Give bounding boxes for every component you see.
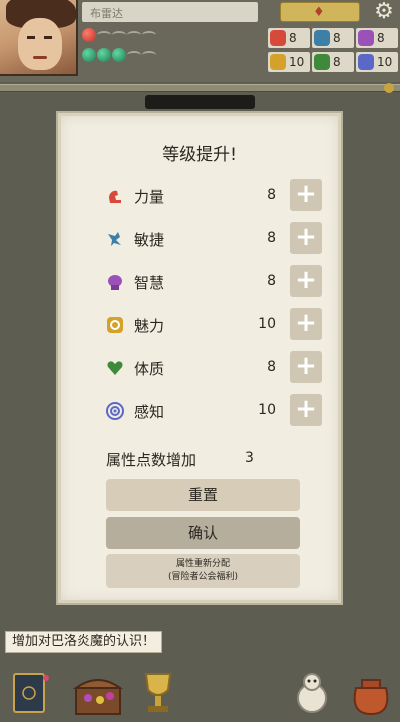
strength-icon	[109, 190, 121, 203]
settings-gear-icon[interactable]: ⚙	[372, 0, 396, 24]
resource-orbs	[82, 28, 156, 68]
spellbook-icon[interactable]	[10, 668, 54, 718]
attribute-value: 10	[258, 402, 276, 418]
hud-stat-charisma: 10	[268, 52, 310, 72]
charisma-icon	[107, 317, 123, 333]
attribute-label: 力量	[134, 188, 165, 206]
increase-constitution-button[interactable]: +	[290, 351, 322, 383]
character-portrait[interactable]	[0, 0, 78, 76]
attribute-label: 敏捷	[134, 231, 165, 249]
attribute-label: 魅力	[134, 317, 165, 335]
stamina-orb-icon	[112, 48, 126, 62]
empty-slot	[142, 51, 156, 59]
character-name-field[interactable]: 布雷达	[82, 2, 258, 22]
charisma-icon	[270, 54, 286, 70]
level-up-panel: 等级提升! 力量 8 + 敏捷 8 + 智慧 8 + 魅力 10 + 体质 8 …	[58, 113, 341, 603]
increase-charisma-button[interactable]: +	[290, 308, 322, 340]
increase-agility-button[interactable]: +	[290, 222, 322, 254]
redistribute-label: 属性重新分配	[175, 559, 230, 569]
redistribute-button[interactable]: 属性重新分配 (冒险者公会福利)	[106, 554, 300, 588]
increase-intelligence-button[interactable]: +	[290, 265, 322, 297]
intelligence-icon	[108, 275, 122, 290]
attribute-row-intelligence: 智慧 8 +	[106, 265, 326, 299]
stamina-orb-icon	[97, 48, 111, 62]
portrait-mouth	[33, 56, 47, 59]
top-hud: 布雷达 ♦ ⚙ 8 8 8 10 8 10	[0, 0, 400, 82]
hud-stat-value: 8	[333, 31, 341, 45]
treasure-chest-icon[interactable]	[70, 668, 126, 718]
agility-icon	[314, 30, 330, 46]
portrait-eye	[44, 36, 52, 39]
reset-button[interactable]: 重置	[106, 479, 300, 511]
stamina-orb-icon	[82, 48, 96, 62]
rail-gem-icon	[384, 83, 394, 93]
hud-stat-constitution: 8	[312, 52, 354, 72]
attribute-row-agility: 敏捷 8 +	[106, 222, 326, 256]
attribute-value: 8	[267, 273, 276, 289]
top-banner	[145, 95, 255, 109]
constitution-icon	[314, 54, 330, 70]
panel-title: 等级提升!	[162, 145, 237, 165]
hud-stat-value: 8	[333, 55, 341, 69]
hud-stat-value: 8	[377, 31, 385, 45]
empty-slot	[127, 31, 141, 39]
attribute-value: 8	[267, 230, 276, 246]
intelligence-icon	[358, 30, 374, 46]
attribute-value: 8	[267, 359, 276, 375]
hud-stat-intelligence: 8	[356, 28, 398, 48]
attribute-label: 感知	[134, 403, 165, 421]
attribute-row-perception: 感知 10 +	[106, 394, 326, 428]
bag-icon[interactable]	[346, 668, 396, 718]
redistribute-sublabel: (冒险者公会福利)	[167, 572, 239, 582]
confirm-button[interactable]: 确认	[106, 517, 300, 549]
attribute-row-strength: 力量 8 +	[106, 179, 326, 213]
empty-slot	[127, 51, 141, 59]
empty-slot	[142, 31, 156, 39]
portrait-face	[18, 18, 62, 70]
attribute-label: 智慧	[134, 274, 165, 292]
attribute-row-charisma: 魅力 10 +	[106, 308, 326, 342]
constitution-icon	[107, 361, 123, 375]
strength-icon	[270, 30, 286, 46]
status-icon: ♦	[313, 5, 325, 20]
companion-icon[interactable]	[290, 668, 334, 718]
attribute-points-value: 3	[245, 450, 254, 466]
hud-stat-perception: 10	[356, 52, 398, 72]
perception-icon	[106, 402, 124, 420]
trophy-icon[interactable]	[136, 668, 180, 718]
event-notice: 增加对巴洛炎魔的认识！	[5, 631, 163, 653]
hud-stat-value: 10	[289, 55, 305, 69]
hud-stat-agility: 8	[312, 28, 354, 48]
health-orb-icon	[82, 28, 96, 42]
perception-icon	[358, 54, 374, 70]
increase-strength-button[interactable]: +	[290, 179, 322, 211]
agility-icon	[108, 232, 121, 246]
increase-perception-button[interactable]: +	[290, 394, 322, 426]
hud-stat-strength: 8	[268, 28, 310, 48]
attribute-label: 体质	[134, 360, 165, 378]
empty-slot	[97, 31, 111, 39]
progress-rail	[0, 83, 400, 93]
status-button[interactable]: ♦	[280, 2, 360, 22]
attribute-row-constitution: 体质 8 +	[106, 351, 326, 385]
hud-stat-value: 8	[289, 31, 297, 45]
attribute-value: 10	[258, 316, 276, 332]
attribute-points-label: 属性点数增加	[106, 451, 197, 469]
hud-stat-value: 10	[377, 55, 393, 69]
empty-slot	[112, 31, 126, 39]
portrait-eye	[27, 36, 35, 39]
attribute-value: 8	[267, 187, 276, 203]
